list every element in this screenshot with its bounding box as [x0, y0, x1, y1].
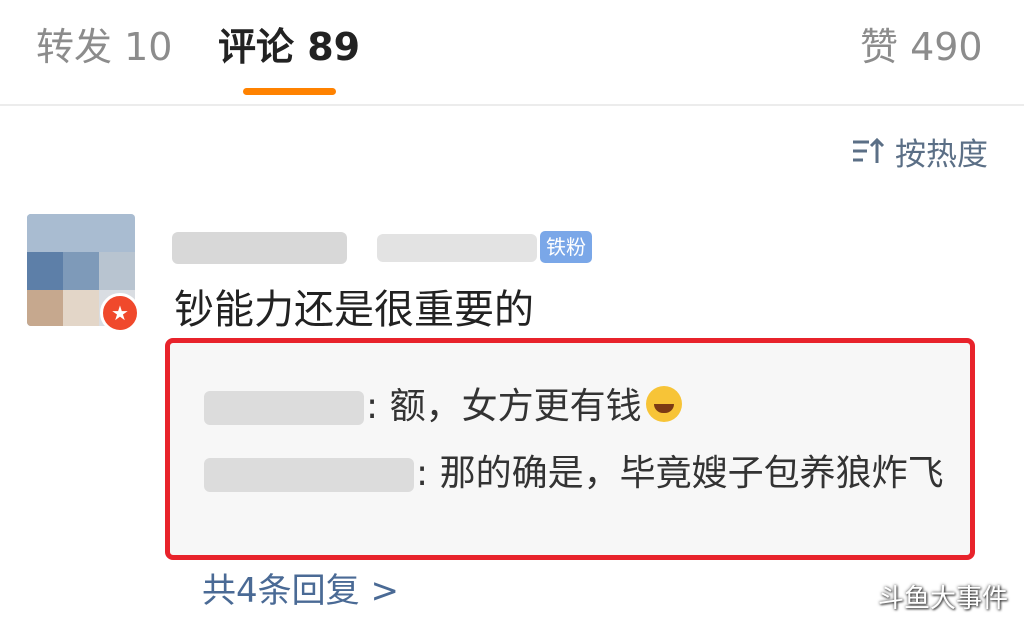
tab-comments[interactable]: 评论 89	[218, 22, 360, 72]
verified-v-icon: ★	[100, 293, 140, 333]
more-replies-link[interactable]: 共4条回复 >	[202, 566, 399, 616]
sort-icon	[853, 137, 885, 163]
fan-badge: 铁粉	[540, 231, 592, 263]
reply-username-blurred	[204, 391, 364, 425]
username-blurred[interactable]	[172, 226, 537, 270]
reply-text: : 那的确是，毕竟嫂子包养狼炸飞	[416, 453, 944, 494]
laugh-cry-emoji-icon	[645, 386, 682, 422]
replies-highlight-box: : 额，女方更有钱 : 那的确是，毕竟嫂子包养狼炸飞	[165, 338, 975, 560]
reply-item[interactable]: : 那的确是，毕竟嫂子包养狼炸飞	[204, 445, 944, 503]
tab-likes[interactable]: 赞 490	[860, 22, 983, 72]
reply-item[interactable]: : 额，女方更有钱	[204, 381, 682, 433]
reply-text: : 额，女方更有钱	[366, 386, 642, 427]
active-tab-indicator	[243, 88, 336, 95]
sort-label: 按热度	[895, 136, 988, 173]
watermark: 斗鱼大事件	[877, 584, 1008, 614]
sort-by-hot-button[interactable]: 按热度	[851, 128, 988, 174]
comment-text: 钞能力还是很重要的	[174, 287, 534, 333]
tab-reposts[interactable]: 转发 10	[36, 22, 172, 72]
reply-username-blurred	[204, 458, 414, 492]
tab-bar: 转发 10 评论 89 赞 490	[0, 0, 1024, 106]
